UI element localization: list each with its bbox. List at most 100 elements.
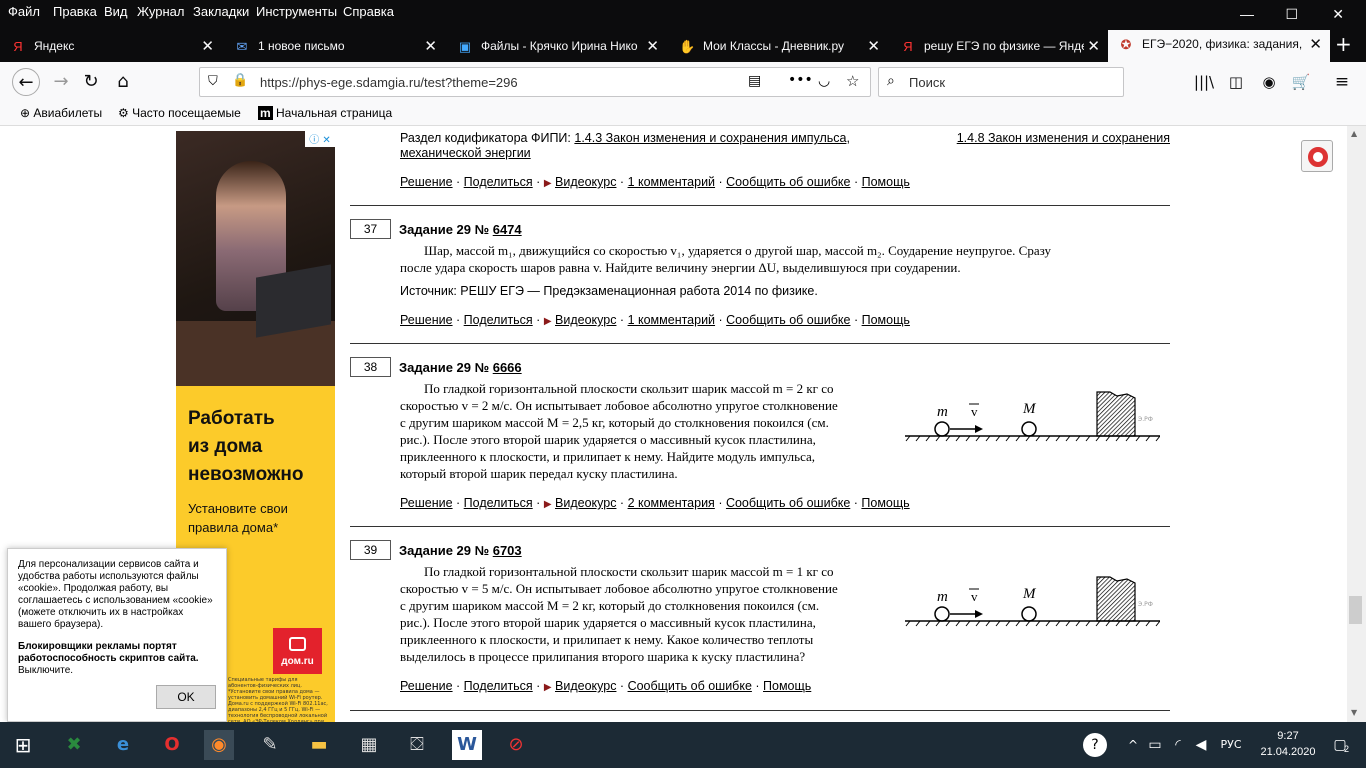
help-lifebuoy-button[interactable]: [1301, 140, 1333, 172]
comments-link[interactable]: 1 комментарий: [628, 175, 715, 189]
help-tray-icon[interactable]: ?: [1083, 733, 1107, 757]
excel-like-icon[interactable]: ✖: [59, 730, 89, 760]
close-tab-icon[interactable]: ✕: [646, 37, 659, 55]
back-icon[interactable]: ←: [12, 68, 40, 96]
menu-help[interactable]: Справка: [343, 4, 394, 19]
antivirus-icon[interactable]: ⊘: [501, 730, 531, 760]
solution-link[interactable]: Решение: [400, 313, 453, 327]
windows-start-icon[interactable]: ⊞: [8, 730, 38, 760]
edge-icon[interactable]: e: [108, 730, 138, 760]
more-actions-icon[interactable]: •••: [788, 72, 813, 88]
shield-icon[interactable]: ⛉: [208, 74, 218, 89]
url-bar[interactable]: ⛉ 🔒 https://phys-ege.sdamgia.ru/test?the…: [199, 67, 871, 97]
tab-yandex-search[interactable]: Я решу ЕГЭ по физике — Янде ✕: [890, 32, 1108, 62]
videocourse-link[interactable]: Видеокурс: [555, 496, 616, 510]
maximize-button[interactable]: ☐: [1285, 6, 1298, 23]
comments-link[interactable]: 2 комментария: [628, 496, 715, 510]
share-link[interactable]: Поделиться: [464, 175, 533, 189]
volume-icon[interactable]: ◀: [1186, 730, 1216, 760]
task-id-link[interactable]: 6703: [493, 543, 522, 558]
store-icon[interactable]: ⛋: [402, 730, 432, 760]
file-explorer-icon[interactable]: ▬: [304, 730, 334, 760]
solution-link[interactable]: Решение: [400, 679, 453, 693]
videocourse-link[interactable]: Видеокурс: [555, 175, 616, 189]
language-indicator[interactable]: РУС: [1214, 730, 1248, 760]
new-tab-button[interactable]: +: [1335, 32, 1352, 56]
report-error-link[interactable]: Сообщить об ошибке: [628, 679, 752, 693]
close-tab-icon[interactable]: ✕: [424, 37, 437, 55]
help-link[interactable]: Помощь: [862, 175, 910, 189]
bookmark-home-page[interactable]: m Начальная страница: [258, 106, 392, 120]
solution-link[interactable]: Решение: [400, 496, 453, 510]
scroll-up-icon[interactable]: ▲: [1351, 129, 1357, 138]
codifier-link-1[interactable]: 1.4.3 Закон изменения и сохранения импул…: [574, 131, 846, 145]
firefox-icon[interactable]: ◉: [204, 730, 234, 760]
pocket-icon[interactable]: ◡: [818, 73, 830, 89]
videocourse-link[interactable]: Видеокурс: [555, 679, 616, 693]
cart-icon[interactable]: 🛒: [1287, 68, 1315, 96]
close-tab-icon[interactable]: ✕: [867, 37, 880, 55]
reader-view-icon[interactable]: ▤: [748, 73, 761, 89]
tab-yandex[interactable]: Я Яндекс ✕: [0, 32, 222, 62]
opera-icon[interactable]: O: [157, 730, 187, 760]
menu-edit[interactable]: Правка: [53, 4, 97, 19]
lock-icon[interactable]: 🔒: [232, 73, 248, 88]
word-icon[interactable]: W: [452, 730, 482, 760]
tab-dnevnik[interactable]: ✋ Мои Классы - Дневник.ру ✕: [669, 32, 888, 62]
report-error-link[interactable]: Сообщить об ошибке: [726, 313, 850, 327]
close-tab-icon[interactable]: ✕: [1309, 35, 1322, 53]
bookmark-most-visited[interactable]: ⚙ Часто посещаемые: [118, 106, 241, 120]
hamburger-menu-icon[interactable]: ≡: [1328, 68, 1356, 96]
report-error-link[interactable]: Сообщить об ошибке: [726, 175, 850, 189]
task-id-link[interactable]: 6666: [493, 360, 522, 375]
codifier-link-2[interactable]: 1.4.8 Закон изменения и сохранения: [957, 131, 1170, 146]
comments-link[interactable]: 1 комментарий: [628, 313, 715, 327]
vertical-scrollbar[interactable]: ▲ ▼: [1347, 126, 1366, 722]
help-link[interactable]: Помощь: [862, 313, 910, 327]
scroll-down-icon[interactable]: ▼: [1351, 708, 1357, 717]
system-clock[interactable]: 9:27 21.04.2020: [1256, 728, 1320, 760]
share-link[interactable]: Поделиться: [464, 313, 533, 327]
notification-icon[interactable]: ▢: [1325, 730, 1355, 760]
cookie-ok-button[interactable]: OK: [156, 685, 216, 709]
sidebar-icon[interactable]: ◫: [1222, 68, 1250, 96]
bookmark-star-icon[interactable]: ☆: [846, 72, 859, 90]
close-tab-icon[interactable]: ✕: [1087, 37, 1100, 55]
scrollbar-thumb[interactable]: [1349, 596, 1362, 624]
menu-bookmarks[interactable]: Закладки: [193, 4, 249, 19]
bookmark-aviabilety[interactable]: ⊕ Авиабилеты: [20, 106, 102, 120]
ad-info-icon[interactable]: ⓘ ✕: [305, 131, 335, 147]
search-input[interactable]: ⌕ Поиск: [878, 67, 1124, 97]
minimize-button[interactable]: —: [1240, 6, 1254, 22]
videocourse-link[interactable]: Видеокурс: [555, 313, 616, 327]
close-window-button[interactable]: ✕: [1332, 6, 1344, 23]
home-icon[interactable]: ⌂: [109, 68, 137, 96]
codifier-link-2-cont[interactable]: механической энергии: [400, 146, 531, 160]
menu-file[interactable]: Файл: [8, 4, 40, 19]
help-link[interactable]: Помощь: [763, 679, 811, 693]
share-link[interactable]: Поделиться: [464, 496, 533, 510]
account-icon[interactable]: ◉: [1255, 68, 1283, 96]
tab-files[interactable]: ▣ Файлы - Крячко Ирина Нико ✕: [447, 32, 667, 62]
task-id-link[interactable]: 6474: [493, 222, 522, 237]
menu-history[interactable]: Журнал: [137, 4, 184, 19]
forward-icon[interactable]: →: [47, 68, 75, 96]
menu-view[interactable]: Вид: [104, 4, 128, 19]
share-link[interactable]: Поделиться: [464, 679, 533, 693]
url-text[interactable]: https://phys-ege.sdamgia.ru/test?theme=2…: [260, 75, 518, 90]
calculator-icon[interactable]: ▦: [354, 730, 384, 760]
menu-tools[interactable]: Инструменты: [256, 4, 337, 19]
paint-icon[interactable]: ✎: [255, 730, 285, 760]
tab-sdamgia-active[interactable]: ✪ ЕГЭ−2020, физика: задания, о ✕: [1108, 30, 1330, 62]
hand-icon: ✋: [679, 39, 696, 54]
library-icon[interactable]: |||\: [1190, 68, 1218, 96]
tab-mail[interactable]: ✉ 1 новое письмо ✕: [224, 32, 445, 62]
reload-icon[interactable]: ↻: [77, 68, 105, 96]
small-ball: [934, 606, 950, 622]
report-error-link[interactable]: Сообщить об ошибке: [726, 496, 850, 510]
help-link[interactable]: Помощь: [861, 496, 909, 510]
close-tab-icon[interactable]: ✕: [201, 37, 214, 55]
solution-link[interactable]: Решение: [400, 175, 453, 189]
figure-label-m: m: [937, 589, 948, 605]
task-line: после удара скорость шаров равна v. Найд…: [400, 260, 961, 275]
